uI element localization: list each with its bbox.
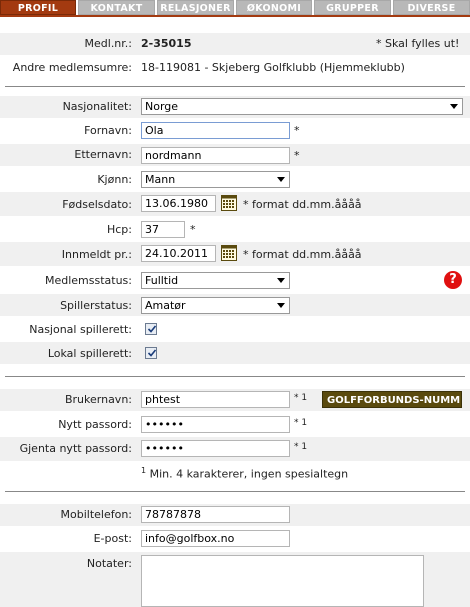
tab-okonomi[interactable]: ØKONOMI: [236, 0, 312, 15]
member-status-select[interactable]: Fulltid: [141, 272, 290, 289]
local-right-label: Lokal spillerett:: [47, 347, 132, 360]
date-format-note: * format dd.mm.åååå: [243, 198, 362, 211]
username-row: Brukernavn: phtest * 1 GOLFFORBUNDS-NUMM…: [0, 389, 470, 411]
player-status-row: Spillerstatus: Amatør: [0, 294, 470, 316]
required-star: *: [190, 223, 196, 236]
birthdate-row: Fødselsdato: 13.06.1980 * format dd.mm.å…: [0, 192, 470, 216]
repeat-password-row: Gjenta nytt passord: •••••• * 1: [0, 437, 470, 461]
birthdate-label: Fødselsdato:: [62, 198, 132, 211]
gender-row: Kjønn: Mann: [0, 168, 470, 190]
hcp-row: Hcp: 37 *: [0, 218, 470, 240]
tab-relasjoner[interactable]: RELASJONER: [157, 0, 234, 15]
firstname-input[interactable]: Ola: [141, 122, 290, 139]
national-right-row: Nasjonal spillerett:: [0, 318, 470, 340]
chevron-down-icon: [277, 303, 285, 308]
new-password-label: Nytt passord:: [58, 418, 132, 431]
required-star: * 1: [294, 442, 308, 452]
mobile-label: Mobiltelefon:: [60, 508, 133, 521]
local-right-checkbox[interactable]: [145, 347, 157, 359]
required-note: * Skal fylles ut!: [376, 37, 460, 50]
national-right-label: Nasjonal spillerett:: [29, 323, 132, 336]
chevron-down-icon: [450, 104, 458, 109]
new-password-row: Nytt passord: •••••• * 1: [0, 413, 470, 435]
divider: [5, 86, 465, 87]
nationality-select[interactable]: Norge: [141, 98, 463, 115]
other-numbers-row: Andre medlemsumre: 18-119081 - Skjeberg …: [0, 57, 470, 79]
repeat-password-input[interactable]: ••••••: [141, 440, 290, 457]
nationality-label: Nasjonalitet:: [62, 100, 132, 113]
chevron-down-icon: [277, 177, 285, 182]
date-format-note: * format dd.mm.åååå: [243, 248, 362, 261]
gender-label: Kjønn:: [97, 173, 132, 186]
hcp-input[interactable]: 37: [141, 221, 185, 238]
divider: [5, 376, 465, 377]
tab-kontakt[interactable]: KONTAKT: [78, 0, 155, 15]
mobile-input[interactable]: 78787878: [141, 506, 290, 523]
tab-grupper[interactable]: GRUPPER: [314, 0, 391, 15]
birthdate-input[interactable]: 13.06.1980: [141, 195, 216, 212]
help-icon[interactable]: ?: [444, 271, 462, 289]
email-label: E-post:: [93, 532, 132, 545]
repeat-password-label: Gjenta nytt passord:: [19, 442, 132, 455]
username-input[interactable]: phtest: [141, 391, 290, 408]
tab-underline: [0, 15, 470, 17]
firstname-row: Fornavn: Ola *: [0, 120, 470, 142]
golf-federation-number-button[interactable]: GOLFFORBUNDS-NUMME: [322, 391, 462, 408]
checkmark-icon: [147, 325, 157, 333]
lastname-label: Etternavn:: [74, 148, 132, 161]
nationality-row: Nasjonalitet: Norge: [0, 96, 470, 118]
username-label: Brukernavn:: [64, 393, 132, 406]
tab-profil[interactable]: PROFIL: [0, 0, 76, 15]
joined-row: Innmeldt pr.: 24.10.2011 * format dd.mm.…: [0, 242, 470, 266]
firstname-label: Fornavn:: [84, 124, 132, 137]
player-status-select[interactable]: Amatør: [141, 297, 290, 314]
checkmark-icon: [147, 349, 157, 357]
player-status-label: Spillerstatus:: [60, 299, 132, 312]
mobile-row: Mobiltelefon: 78787878: [0, 504, 470, 526]
other-numbers-label: Andre medlemsumre:: [12, 61, 132, 74]
local-right-row: Lokal spillerett:: [0, 342, 470, 364]
email-input[interactable]: info@golfbox.no: [141, 530, 290, 547]
calendar-icon[interactable]: [221, 245, 237, 261]
tab-bar: PROFIL KONTAKT RELASJONER ØKONOMI GRUPPE…: [0, 0, 470, 16]
member-status-label: Medlemsstatus:: [44, 274, 132, 287]
member-number-label: Medl.nr.:: [84, 37, 132, 50]
password-footnote: 1 Min. 4 karakterer, ingen spesialtegn: [141, 466, 349, 481]
member-number-row: Medl.nr.: 2-35015 * Skal fylles ut!: [0, 33, 470, 55]
required-star: * 1: [294, 418, 308, 428]
lastname-row: Etternavn: nordmann *: [0, 144, 470, 166]
gender-select[interactable]: Mann: [141, 171, 290, 188]
lastname-input[interactable]: nordmann: [141, 147, 290, 164]
divider: [5, 491, 465, 492]
notes-label: Notater:: [86, 557, 132, 570]
calendar-icon[interactable]: [221, 195, 237, 211]
national-right-checkbox[interactable]: [145, 323, 157, 335]
member-number-value: 2-35015: [141, 37, 192, 50]
required-star: * 1: [294, 393, 308, 403]
notes-textarea[interactable]: [141, 555, 424, 607]
other-numbers-value: 18-119081 - Skjeberg Golfklubb (Hjemmekl…: [141, 61, 405, 74]
member-status-row: Medlemsstatus: Fulltid ?: [0, 268, 470, 292]
required-star: *: [294, 124, 300, 137]
tab-diverse[interactable]: DIVERSE: [393, 0, 470, 15]
hcp-label: Hcp:: [106, 223, 132, 236]
new-password-input[interactable]: ••••••: [141, 416, 290, 433]
joined-input[interactable]: 24.10.2011: [141, 245, 216, 262]
chevron-down-icon: [277, 278, 285, 283]
required-star: *: [294, 149, 300, 162]
email-row: E-post: info@golfbox.no: [0, 528, 470, 550]
notes-row: Notater:: [0, 552, 470, 607]
joined-label: Innmeldt pr.:: [61, 248, 132, 261]
